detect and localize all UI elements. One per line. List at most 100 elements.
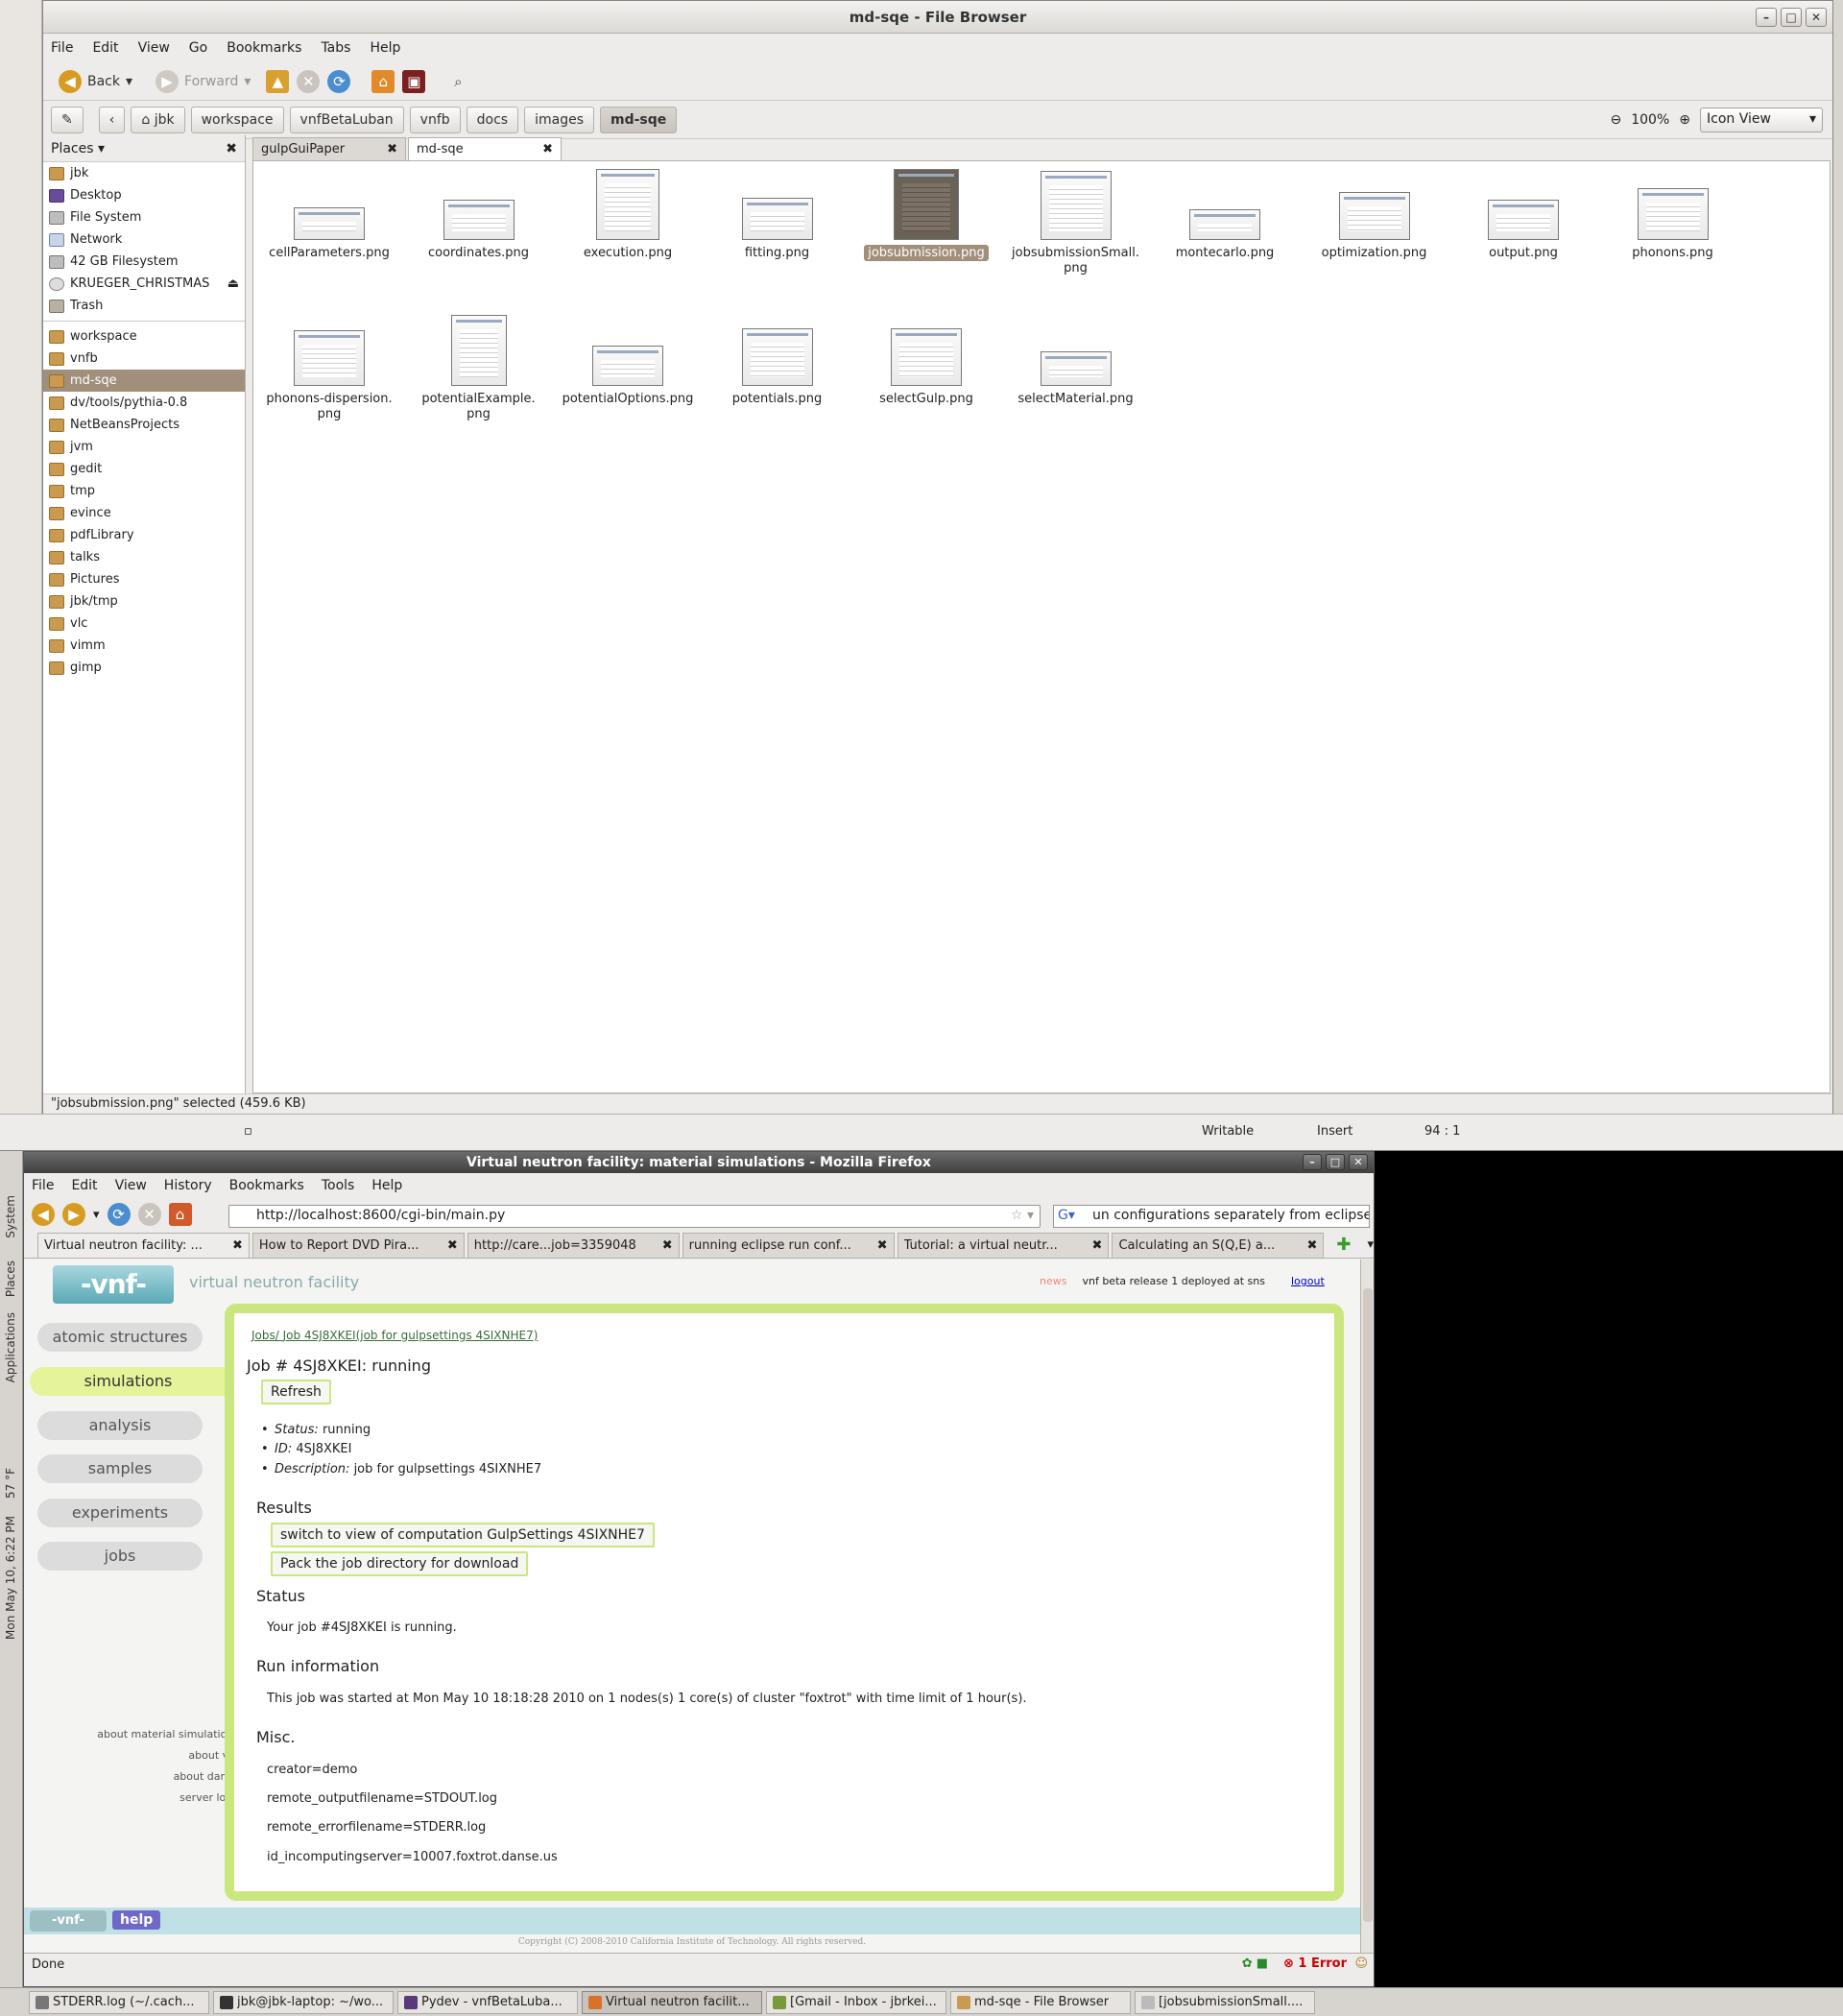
menu-edit[interactable]: Edit xyxy=(71,1178,97,1193)
pack-download-button[interactable]: Pack the job directory for download xyxy=(271,1551,529,1576)
taskbar-item[interactable]: Pydev - vnfBetaLuba... xyxy=(397,1990,578,2014)
taskbar-item[interactable]: [Gmail - Inbox - jbrkei... xyxy=(766,1990,946,2014)
panel-places-menu[interactable]: Places xyxy=(4,1260,17,1297)
reload-icon[interactable]: ⟳ xyxy=(327,69,351,93)
nav-atomic-structures[interactable]: atomic structures xyxy=(37,1323,203,1352)
file-item[interactable]: jobsubmissionSmall. png xyxy=(1004,171,1148,276)
taskbar-item[interactable]: md-sqe - File Browser xyxy=(950,1990,1131,2014)
sidebar-bookmark-vnfb[interactable]: vnfb xyxy=(43,348,245,370)
file-item[interactable]: cellParameters.png xyxy=(257,207,401,261)
sidebar-bookmark-netbeansprojects[interactable]: NetBeansProjects xyxy=(43,414,245,436)
zoom-in-icon[interactable]: ⊕ xyxy=(1679,112,1690,128)
close-icon[interactable]: ✕ xyxy=(1806,8,1827,27)
error-indicator[interactable]: ⊗ 1 Error xyxy=(1283,1956,1347,1971)
crumb-jbk[interactable]: ⌂ jbk xyxy=(131,106,185,133)
link-server-load[interactable]: server load xyxy=(62,1791,239,1804)
file-item[interactable]: jobsubmission.png xyxy=(854,169,998,261)
sidebar-item-desktop[interactable]: Desktop xyxy=(43,184,245,206)
sidebar-bookmark-evince[interactable]: evince xyxy=(43,502,245,524)
menu-help[interactable]: Help xyxy=(371,1178,402,1193)
menu-file[interactable]: File xyxy=(51,40,73,56)
nav-experiments[interactable]: experiments xyxy=(37,1499,203,1527)
menu-view[interactable]: View xyxy=(115,1178,147,1193)
panel-applications-menu[interactable]: Applications xyxy=(4,1312,17,1382)
sidebar-bookmark-gimp[interactable]: gimp xyxy=(43,657,245,679)
ff-tab-eclipse[interactable]: running eclipse run conf... ✖ xyxy=(682,1232,895,1258)
forward-icon[interactable]: ▶ xyxy=(62,1203,85,1226)
sidebar-item-jbk[interactable]: jbk xyxy=(43,162,245,184)
ff-titlebar[interactable]: Virtual neutron facility: material simul… xyxy=(24,1152,1374,1173)
logout-link[interactable]: logout xyxy=(1291,1275,1325,1287)
sidebar-bookmark-vlc[interactable]: vlc xyxy=(43,612,245,635)
menu-go[interactable]: Go xyxy=(189,40,207,56)
menu-file[interactable]: File xyxy=(32,1178,54,1193)
sidebar-bookmark-vimm[interactable]: vimm xyxy=(43,635,245,657)
computer-icon[interactable]: ▣ xyxy=(402,69,426,93)
sidebar-item-krueger[interactable]: KRUEGER_CHRISTMAS ⏏ xyxy=(43,273,245,295)
file-item[interactable]: potentials.png xyxy=(706,328,850,407)
sidebar-bookmark-talks[interactable]: talks xyxy=(43,546,245,568)
page-scrollbar[interactable] xyxy=(1360,1260,1374,1953)
sidebar-bookmark-workspace[interactable]: workspace xyxy=(43,325,245,348)
taskbar-item[interactable]: Virtual neutron facilit... xyxy=(582,1990,762,2014)
sidebar-bookmark-tmp[interactable]: tmp xyxy=(43,480,245,502)
tab-md-sqe[interactable]: md-sqe ✖ xyxy=(408,137,562,160)
stop-icon[interactable]: ✕ xyxy=(297,69,321,93)
menu-bookmarks[interactable]: Bookmarks xyxy=(227,40,301,56)
sidebar-bookmark-gedit[interactable]: gedit xyxy=(43,458,245,480)
fb-titlebar[interactable]: md-sqe - File Browser – □ ✕ xyxy=(43,1,1832,34)
sidebar-bookmark-dv-tools-pythia-0-8[interactable]: dv/tools/pythia-0.8 xyxy=(43,392,245,414)
nav-simulations[interactable]: simulations xyxy=(30,1367,227,1396)
close-icon[interactable]: ✖ xyxy=(387,142,397,156)
menu-history[interactable]: History xyxy=(164,1178,212,1193)
taskbar-item[interactable]: jbk@jbk-laptop: ~/wo... xyxy=(213,1990,394,2014)
up-icon[interactable]: ▲ xyxy=(266,69,290,93)
close-icon[interactable]: ✕ xyxy=(1349,1154,1368,1170)
tab-gulpguipaper[interactable]: gulpGuiPaper ✖ xyxy=(252,137,406,160)
menu-edit[interactable]: Edit xyxy=(92,40,118,56)
nav-jobs[interactable]: jobs xyxy=(37,1542,203,1571)
maximize-icon[interactable]: □ xyxy=(1326,1154,1345,1170)
crumb-images[interactable]: images xyxy=(524,106,595,133)
sidebar-item-trash[interactable]: Trash xyxy=(43,295,245,317)
zoom-out-icon[interactable]: ⊖ xyxy=(1611,112,1622,128)
menu-view[interactable]: View xyxy=(138,40,170,56)
refresh-button[interactable]: Refresh xyxy=(261,1380,331,1404)
sidebar-bookmark-md-sqe[interactable]: md-sqe xyxy=(43,370,245,392)
star-icon[interactable]: ☆ ▾ xyxy=(1011,1208,1034,1223)
places-dropdown[interactable]: Places ▾ xyxy=(51,141,105,156)
close-icon[interactable]: ✖ xyxy=(447,1238,458,1253)
minimize-icon[interactable]: – xyxy=(1303,1154,1322,1170)
home-icon[interactable]: ⌂ xyxy=(371,69,395,93)
menu-bookmarks[interactable]: Bookmarks xyxy=(229,1178,304,1193)
close-icon[interactable]: ✖ xyxy=(1092,1238,1103,1253)
sidebar-item-network[interactable]: Network xyxy=(43,228,245,251)
file-item[interactable]: phonons.png xyxy=(1601,188,1745,261)
eject-icon[interactable]: ⏏ xyxy=(227,276,239,291)
breadcrumb-job[interactable]: Job 4SJ8XKEI(job for gulpsettings 4SIXNH… xyxy=(283,1329,539,1342)
taskbar-item[interactable]: STDERR.log (~/.cach... xyxy=(29,1990,209,2014)
edit-location-icon[interactable]: ✎ xyxy=(51,106,84,133)
history-dropdown-icon[interactable]: ▾ xyxy=(93,1208,100,1222)
switch-computation-button[interactable]: switch to view of computation GulpSettin… xyxy=(271,1523,655,1548)
addon-icon[interactable]: ☺ xyxy=(1354,1956,1368,1971)
crumb-docs[interactable]: docs xyxy=(466,106,519,133)
search-icon[interactable]: ⌕ xyxy=(446,70,469,93)
link-about-material-simulations[interactable]: about material simulations xyxy=(62,1728,239,1740)
file-item[interactable]: output.png xyxy=(1451,200,1595,261)
maximize-icon[interactable]: □ xyxy=(1781,8,1802,27)
ff-tab-vnf[interactable]: Virtual neutron facility: ... ✖ xyxy=(37,1232,250,1258)
chevron-down-icon[interactable]: ▾ xyxy=(244,74,251,89)
forward-button[interactable]: ▶ Forward ▾ xyxy=(148,66,258,97)
file-item[interactable]: potentialExample. png xyxy=(407,315,551,422)
file-item[interactable]: selectMaterial.png xyxy=(1004,351,1148,407)
menu-tools[interactable]: Tools xyxy=(322,1178,355,1193)
crumb-md-sqe[interactable]: md-sqe xyxy=(600,106,678,133)
file-item[interactable]: potentialOptions.png xyxy=(556,346,700,407)
home-icon[interactable]: ⌂ xyxy=(168,1203,192,1226)
breadcrumb-jobs[interactable]: Jobs/ xyxy=(251,1329,279,1342)
reload-icon[interactable]: ⟳ xyxy=(107,1203,131,1226)
close-icon[interactable]: ✖ xyxy=(232,1238,243,1253)
sidebar-bookmark-pictures[interactable]: Pictures xyxy=(43,568,245,590)
back-button[interactable]: ◀ Back ▾ xyxy=(51,66,140,97)
